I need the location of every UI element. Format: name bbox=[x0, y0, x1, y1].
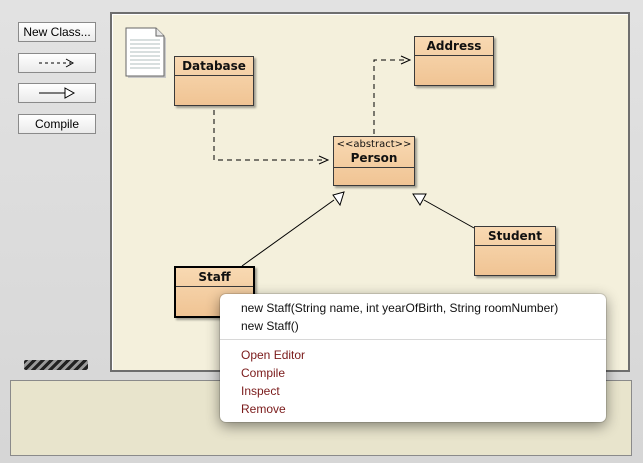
class-name: Database bbox=[175, 57, 253, 76]
menu-item-constructor[interactable]: new Staff() bbox=[241, 318, 299, 334]
class-person[interactable]: <<abstract>> Person bbox=[333, 136, 415, 186]
new-dependency-arrow-button[interactable] bbox=[18, 53, 96, 73]
compile-button[interactable]: Compile bbox=[18, 114, 96, 134]
class-student[interactable]: Student bbox=[474, 226, 556, 276]
new-class-button[interactable]: New Class... bbox=[18, 22, 96, 42]
dashed-arrow-icon bbox=[39, 58, 75, 68]
menu-separator bbox=[220, 339, 606, 340]
database-person-dependency bbox=[213, 110, 326, 161]
menu-item-compile[interactable]: Compile bbox=[241, 365, 285, 381]
class-context-menu: new Staff(String name, int yearOfBirth, … bbox=[220, 294, 606, 422]
menu-item-constructor[interactable]: new Staff(String name, int yearOfBirth, … bbox=[241, 300, 558, 316]
progress-indicator bbox=[24, 360, 88, 370]
readme-document-icon[interactable] bbox=[124, 26, 170, 80]
inheritance-arrow-icon bbox=[39, 87, 76, 99]
menu-item-open-editor[interactable]: Open Editor bbox=[241, 347, 305, 363]
class-header: <<abstract>> Person bbox=[334, 137, 414, 168]
person-address-dependency bbox=[373, 59, 408, 134]
menu-item-remove[interactable]: Remove bbox=[241, 401, 286, 417]
student-person-inheritance bbox=[423, 199, 475, 229]
staff-person-inheritance bbox=[241, 199, 335, 267]
class-name: Student bbox=[475, 227, 555, 246]
class-address[interactable]: Address bbox=[414, 36, 494, 86]
class-name: Person bbox=[350, 151, 398, 165]
class-database[interactable]: Database bbox=[174, 56, 254, 106]
menu-item-inspect[interactable]: Inspect bbox=[241, 383, 280, 399]
class-stereotype: <<abstract>> bbox=[336, 139, 412, 150]
class-name: Address bbox=[415, 37, 493, 56]
new-inheritance-arrow-button[interactable] bbox=[18, 83, 96, 103]
class-name: Staff bbox=[176, 268, 253, 287]
